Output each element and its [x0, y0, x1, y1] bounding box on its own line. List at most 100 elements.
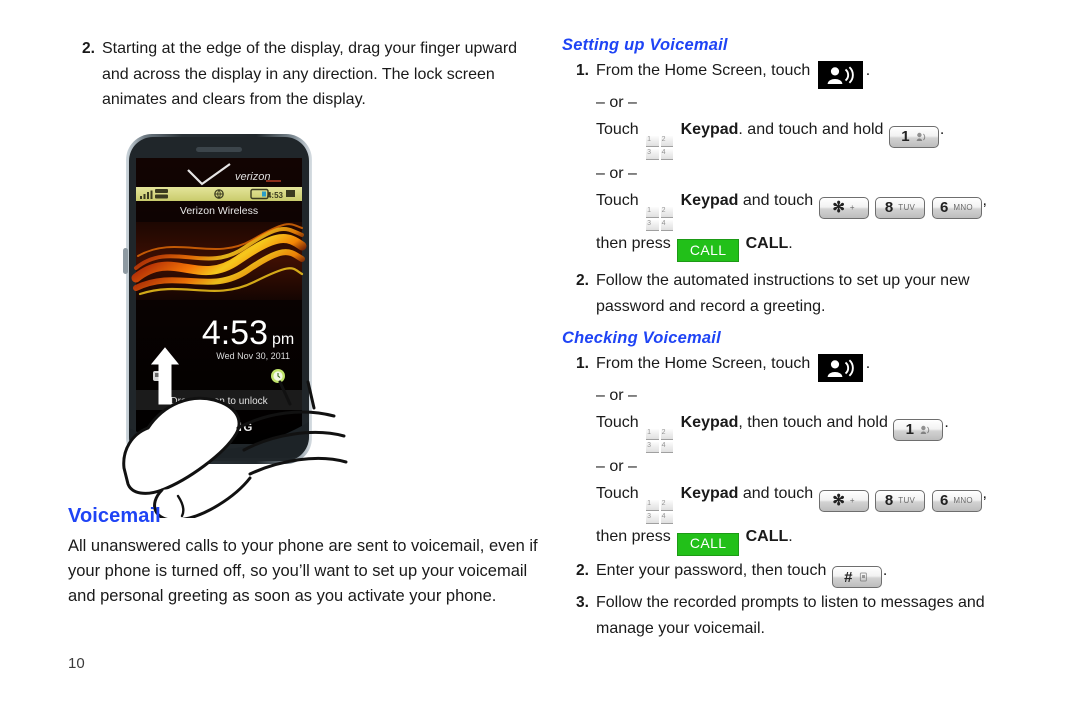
key-1-button[interactable]: 1	[893, 418, 944, 441]
touch-label: Touch	[596, 192, 639, 209]
document-page: 2. Starting at the edge of the display, …	[0, 0, 1080, 720]
call-button[interactable]: CALL	[677, 239, 740, 263]
step-text: Starting at the edge of the display, dra…	[102, 40, 518, 108]
step-text: Enter your password, then touch # .	[596, 558, 1022, 588]
pound-key-glyph	[858, 572, 869, 582]
alt-instruction-2: Touch 1234 Keypad and touch ✻ + 8 TUV 6 …	[596, 188, 1022, 263]
key-digit: 6	[940, 492, 949, 510]
voicemail-app-icon[interactable]	[817, 61, 863, 89]
keypad-label: Keypad	[680, 414, 739, 432]
voicemail-key-glyph	[916, 132, 927, 142]
page-number: 10	[68, 655, 85, 672]
alt2-mid-text: and touch	[742, 485, 814, 503]
then-press-line: then press CALL CALL.	[596, 231, 1022, 263]
alt2-comma: ,	[982, 485, 987, 503]
keypad-icon[interactable]: 1234	[646, 429, 674, 454]
clock-time-text: 4:53	[202, 314, 268, 352]
voicemail-section: Voicemail All unanswered calls to your p…	[68, 505, 548, 609]
key-8-button[interactable]: 8 TUV	[875, 489, 926, 512]
key-digit: 6	[940, 199, 949, 216]
key-digit: #	[844, 568, 853, 586]
key-6-button[interactable]: 6 MNO	[931, 489, 982, 512]
page-title: Voicemail	[68, 505, 161, 527]
key-sublabel: TUV	[898, 202, 916, 212]
step-tail-text: .	[865, 62, 871, 79]
voicemail-body-text: All unanswered calls to your phone are s…	[68, 537, 538, 605]
voicemail-key-glyph	[920, 425, 931, 435]
alt1-mid-text: , then touch and hold	[738, 414, 888, 432]
list-item: 1. From the Home Screen, touch . – or – …	[562, 58, 1022, 263]
alt-instruction-1: Touch 1234 Keypad. and touch and hold 1 …	[596, 117, 1022, 160]
step-text: From the Home Screen, touch . – or – Tou…	[596, 58, 1022, 263]
key-8-button[interactable]: 8 TUV	[875, 196, 926, 219]
clock-date-text: Wed Nov 30, 2011	[216, 351, 290, 361]
step-lead-text: Enter your password, then touch	[596, 561, 827, 579]
key-sublabel: +	[849, 202, 855, 212]
list-item: 3. Follow the recorded prompts to listen…	[562, 590, 1022, 641]
svg-text:verizon: verizon	[235, 171, 270, 183]
key-sublabel: TUV	[898, 495, 916, 505]
keypad-label: Keypad	[680, 121, 739, 138]
step-number: 2.	[82, 40, 95, 57]
step-number: 2.	[576, 272, 589, 290]
key-pound-button[interactable]: #	[831, 566, 882, 588]
step-tail-text: .	[882, 561, 888, 579]
key-digit: 1	[905, 421, 914, 439]
or-separator: – or –	[596, 165, 637, 182]
or-separator: – or –	[596, 94, 637, 111]
step-text: Follow the recorded prompts to listen to…	[596, 594, 985, 637]
voicemail-person-waves-icon	[827, 359, 855, 378]
checking-voicemail-heading: Checking Voicemail	[562, 329, 721, 348]
step-text: From the Home Screen, touch . – or – Tou…	[596, 351, 1022, 556]
carrier-name-text: Verizon Wireless	[180, 205, 258, 217]
list-item: 1. From the Home Screen, touch . – or – …	[562, 351, 1022, 556]
step-lead-text: From the Home Screen, touch	[596, 62, 811, 79]
call-bold-label: CALL	[745, 528, 789, 546]
right-column: Setting up Voicemail 1. From the Home Sc…	[562, 36, 1022, 643]
phone-wallpaper	[131, 222, 307, 300]
key-digit: ✻	[832, 199, 845, 216]
then-press-line: then press CALL CALL.	[596, 524, 1022, 556]
touch-label: Touch	[596, 121, 639, 138]
keypad-icon[interactable]: 1234	[646, 136, 674, 160]
keypad-label: Keypad	[680, 192, 739, 209]
call-bold-label: CALL	[745, 235, 789, 252]
key-digit: 8	[884, 199, 894, 216]
voicemail-app-icon[interactable]	[817, 354, 863, 383]
phone-swipe-unlock-illustration: verizon 4:53 Verizon Wireless 4:53 pm We…	[118, 128, 348, 518]
step-number: 1.	[576, 62, 589, 79]
key-sublabel: MNO	[953, 495, 973, 505]
alt2-comma: ,	[982, 192, 987, 209]
phone-status-bar: 4:53	[136, 187, 302, 201]
step-number: 1.	[576, 355, 589, 373]
then-press-label: then press	[596, 528, 671, 546]
key-digit: 1	[901, 128, 910, 145]
alt1-tail-text: .	[939, 121, 945, 138]
list-item: 2. Enter your password, then touch # .	[562, 558, 1022, 588]
keypad-icon[interactable]: 1234	[646, 207, 674, 231]
touch-label: Touch	[596, 485, 639, 503]
key-sublabel: MNO	[953, 202, 973, 212]
key-1-button[interactable]: 1	[888, 125, 939, 148]
left-column: 2. Starting at the edge of the display, …	[68, 36, 538, 115]
alt1-tail-text: .	[944, 414, 949, 432]
key-sublabel: +	[849, 495, 855, 505]
keypad-label: Keypad	[680, 485, 739, 503]
clock-meridiem-text: pm	[272, 331, 294, 348]
voicemail-person-waves-icon	[827, 66, 855, 84]
step-number: 2.	[576, 561, 589, 579]
call-button[interactable]: CALL	[677, 532, 740, 556]
key-star-button[interactable]: ✻ +	[818, 489, 869, 512]
step-tail-text: .	[865, 355, 871, 373]
setting-up-voicemail-heading: Setting up Voicemail	[562, 36, 728, 54]
svg-text:4:53: 4:53	[267, 191, 284, 200]
key-digit: ✻	[832, 492, 845, 510]
key-star-button[interactable]: ✻ +	[818, 196, 869, 219]
alt2-tail-text: .	[788, 528, 793, 546]
phone-illustration-svg: verizon 4:53 Verizon Wireless 4:53 pm We…	[122, 134, 348, 518]
alt-instruction-2: Touch 1234 Keypad and touch ✻ + 8 TUV 6 …	[596, 481, 1022, 556]
keypad-icon[interactable]: 1234	[646, 500, 674, 525]
key-6-button[interactable]: 6 MNO	[931, 196, 982, 219]
alt2-tail-text: .	[788, 235, 793, 252]
step-lead-text: From the Home Screen, touch	[596, 355, 811, 373]
